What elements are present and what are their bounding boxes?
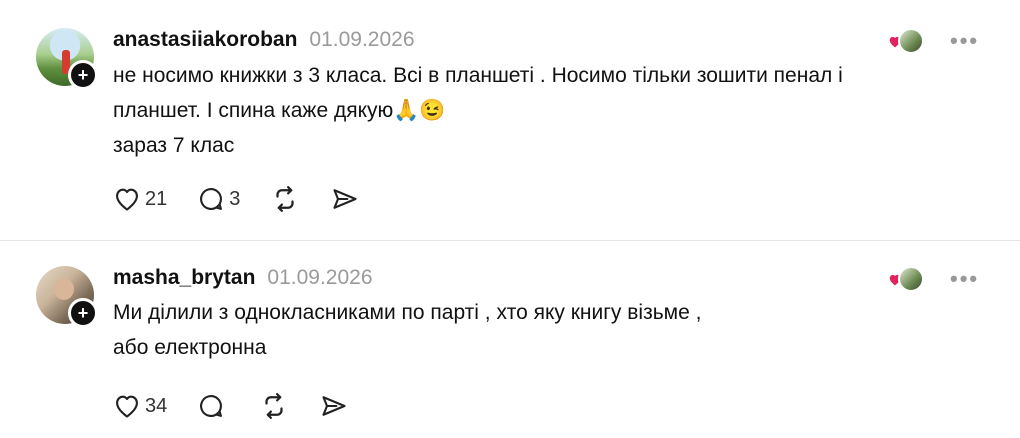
post: + anastasiiakoroban 01.09.2026 ••• не но… <box>0 0 1020 240</box>
share-button[interactable] <box>319 392 349 420</box>
like-count: 21 <box>145 187 168 210</box>
post-text-line: зараз 7 клас <box>113 134 235 157</box>
post-text-line: або електронна <box>113 336 267 359</box>
like-button[interactable]: 34 <box>113 393 167 419</box>
post-text-line: планшет. І спина каже дякую🙏😉 <box>113 99 446 122</box>
post-text: не носимо книжки з 3 класа. Всі в планше… <box>113 58 993 163</box>
post-date: 01.09.2026 <box>309 28 415 51</box>
heart-icon <box>116 188 138 211</box>
repost-icon <box>265 393 283 419</box>
username[interactable]: masha_brytan <box>113 266 255 290</box>
reply-button[interactable]: 3 <box>197 185 240 213</box>
reply-count: 3 <box>229 187 241 210</box>
repost-button[interactable] <box>259 391 289 421</box>
avatar[interactable]: + <box>36 266 98 328</box>
post-text-line: Ми ділили з однокласниками по парті , хт… <box>113 301 702 324</box>
post-header: masha_brytan 01.09.2026 <box>113 266 373 290</box>
post-text-line: не носимо книжки з 3 класа. Всі в планше… <box>113 64 843 87</box>
post: + masha_brytan 01.09.2026 ••• Ми ділили … <box>0 241 1020 438</box>
liked-by-author <box>888 266 924 292</box>
avatar[interactable]: + <box>36 28 98 90</box>
speech-bubble-icon <box>200 188 223 210</box>
follow-plus-icon[interactable]: + <box>68 298 98 328</box>
repost-icon <box>276 186 294 212</box>
post-date: 01.09.2026 <box>267 266 373 289</box>
post-actions: 21 3 <box>113 184 390 214</box>
speech-bubble-icon <box>200 395 223 417</box>
post-actions: 34 <box>113 391 379 421</box>
username[interactable]: anastasiiakoroban <box>113 28 297 52</box>
more-icon[interactable]: ••• <box>950 266 979 292</box>
like-count: 34 <box>145 394 168 417</box>
repost-button[interactable] <box>270 184 300 214</box>
more-icon[interactable]: ••• <box>950 28 979 54</box>
send-icon <box>322 396 346 416</box>
post-header: anastasiiakoroban 01.09.2026 <box>113 28 415 52</box>
follow-plus-icon[interactable]: + <box>68 60 98 90</box>
heart-icon <box>116 395 138 418</box>
send-icon <box>333 189 357 209</box>
author-mini-avatar <box>898 266 924 292</box>
reply-button[interactable] <box>197 392 229 420</box>
share-button[interactable] <box>330 185 360 213</box>
liked-by-author <box>888 28 924 54</box>
author-mini-avatar <box>898 28 924 54</box>
like-button[interactable]: 21 <box>113 186 167 212</box>
post-text: Ми ділили з однокласниками по парті , хт… <box>113 295 993 365</box>
